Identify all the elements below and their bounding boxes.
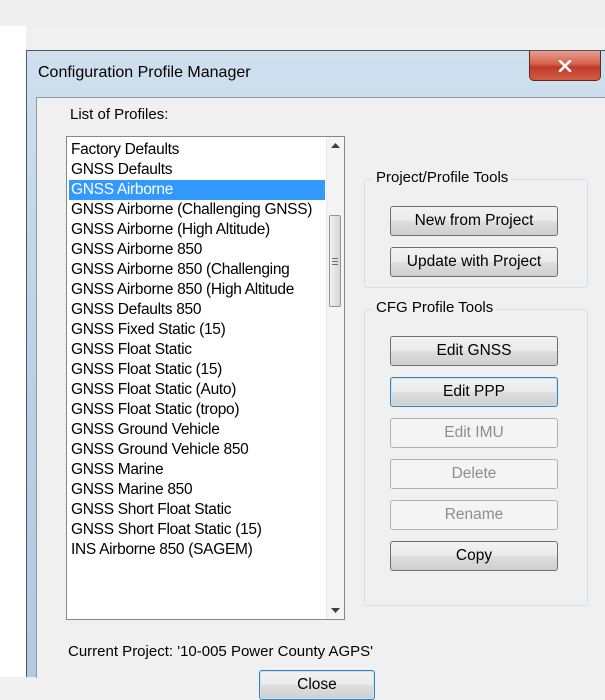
- new-from-project-button[interactable]: New from Project: [390, 206, 558, 236]
- profile-list-item[interactable]: GNSS Airborne 850 (Challenging: [69, 260, 325, 280]
- desktop-background: [0, 0, 605, 26]
- profile-list-item[interactable]: INS Airborne 850 (SAGEM): [69, 540, 325, 560]
- profile-list-item[interactable]: GNSS Airborne (Challenging GNSS): [69, 200, 325, 220]
- cfg-profile-tools-title: CFG Profile Tools: [373, 299, 497, 316]
- dialog-client-area: List of Profiles: Factory Defaults GNSS D…: [36, 97, 605, 700]
- profile-list-item[interactable]: GNSS Marine 850: [69, 480, 325, 500]
- window-close-button[interactable]: [529, 51, 601, 81]
- profile-list-item[interactable]: GNSS Short Float Static: [69, 500, 325, 520]
- profile-list-item[interactable]: GNSS Defaults: [69, 160, 325, 180]
- edit-imu-button: Edit IMU: [390, 418, 558, 448]
- configuration-profile-manager-dialog: Configuration Profile Manager List of Pr…: [26, 50, 605, 700]
- thumb-grip-line: [332, 264, 338, 265]
- profile-list-item[interactable]: GNSS Ground Vehicle: [69, 420, 325, 440]
- cfg-profile-tools-group: CFG Profile Tools Edit GNSS Edit PPP Edi…: [364, 299, 588, 606]
- window-title: Configuration Profile Manager: [38, 64, 251, 81]
- profile-list-item[interactable]: GNSS Airborne: [69, 180, 325, 200]
- edit-ppp-button[interactable]: Edit PPP: [390, 377, 558, 407]
- scroll-down-arrow-icon: [331, 608, 340, 613]
- profiles-list: Factory Defaults GNSS Defaults GNSS Airbor…: [69, 140, 325, 560]
- profile-list-item[interactable]: GNSS Airborne (High Altitude): [69, 220, 325, 240]
- scroll-thumb[interactable]: [329, 215, 341, 307]
- profile-list-item[interactable]: GNSS Float Static (Auto): [69, 380, 325, 400]
- profile-list-item[interactable]: GNSS Ground Vehicle 850: [69, 440, 325, 460]
- profile-list-item[interactable]: GNSS Airborne 850: [69, 240, 325, 260]
- profile-list-item[interactable]: GNSS Float Static: [69, 340, 325, 360]
- profile-list-item[interactable]: Factory Defaults: [69, 140, 325, 160]
- profiles-scrollbar[interactable]: [326, 137, 344, 619]
- profile-list-item[interactable]: GNSS Short Float Static (15): [69, 520, 325, 540]
- profiles-label: List of Profiles:: [70, 106, 169, 123]
- profile-list-item[interactable]: GNSS Airborne 850 (High Altitude: [69, 280, 325, 300]
- profile-list-item[interactable]: GNSS Marine: [69, 460, 325, 480]
- rename-button: Rename: [390, 500, 558, 530]
- title-bar[interactable]: Configuration Profile Manager: [27, 51, 605, 97]
- profile-list-item[interactable]: GNSS Fixed Static (15): [69, 320, 325, 340]
- delete-button: Delete: [390, 459, 558, 489]
- scroll-up-arrow-icon: [331, 143, 340, 148]
- scroll-down-button[interactable]: [327, 602, 344, 619]
- profile-list-item[interactable]: GNSS Defaults 850: [69, 300, 325, 320]
- profile-list-item[interactable]: GNSS Float Static (tropo): [69, 400, 325, 420]
- close-button[interactable]: Close: [259, 670, 375, 700]
- thumb-grip-line: [332, 258, 338, 259]
- project-profile-tools-group: Project/Profile Tools New from Project U…: [364, 169, 588, 288]
- thumb-grip-line: [332, 261, 338, 262]
- copy-button[interactable]: Copy: [390, 541, 558, 571]
- profile-list-item[interactable]: GNSS Float Static (15): [69, 360, 325, 380]
- profiles-listbox[interactable]: Factory Defaults GNSS Defaults GNSS Airbor…: [66, 136, 345, 620]
- scroll-up-button[interactable]: [327, 137, 344, 154]
- desktop-background-left: [0, 26, 26, 677]
- close-x-icon: [558, 59, 572, 72]
- project-profile-tools-title: Project/Profile Tools: [373, 169, 512, 186]
- current-project-status: Current Project: '10-005 Power County AG…: [68, 643, 374, 660]
- update-with-project-button[interactable]: Update with Project: [390, 247, 558, 277]
- edit-gnss-button[interactable]: Edit GNSS: [390, 336, 558, 366]
